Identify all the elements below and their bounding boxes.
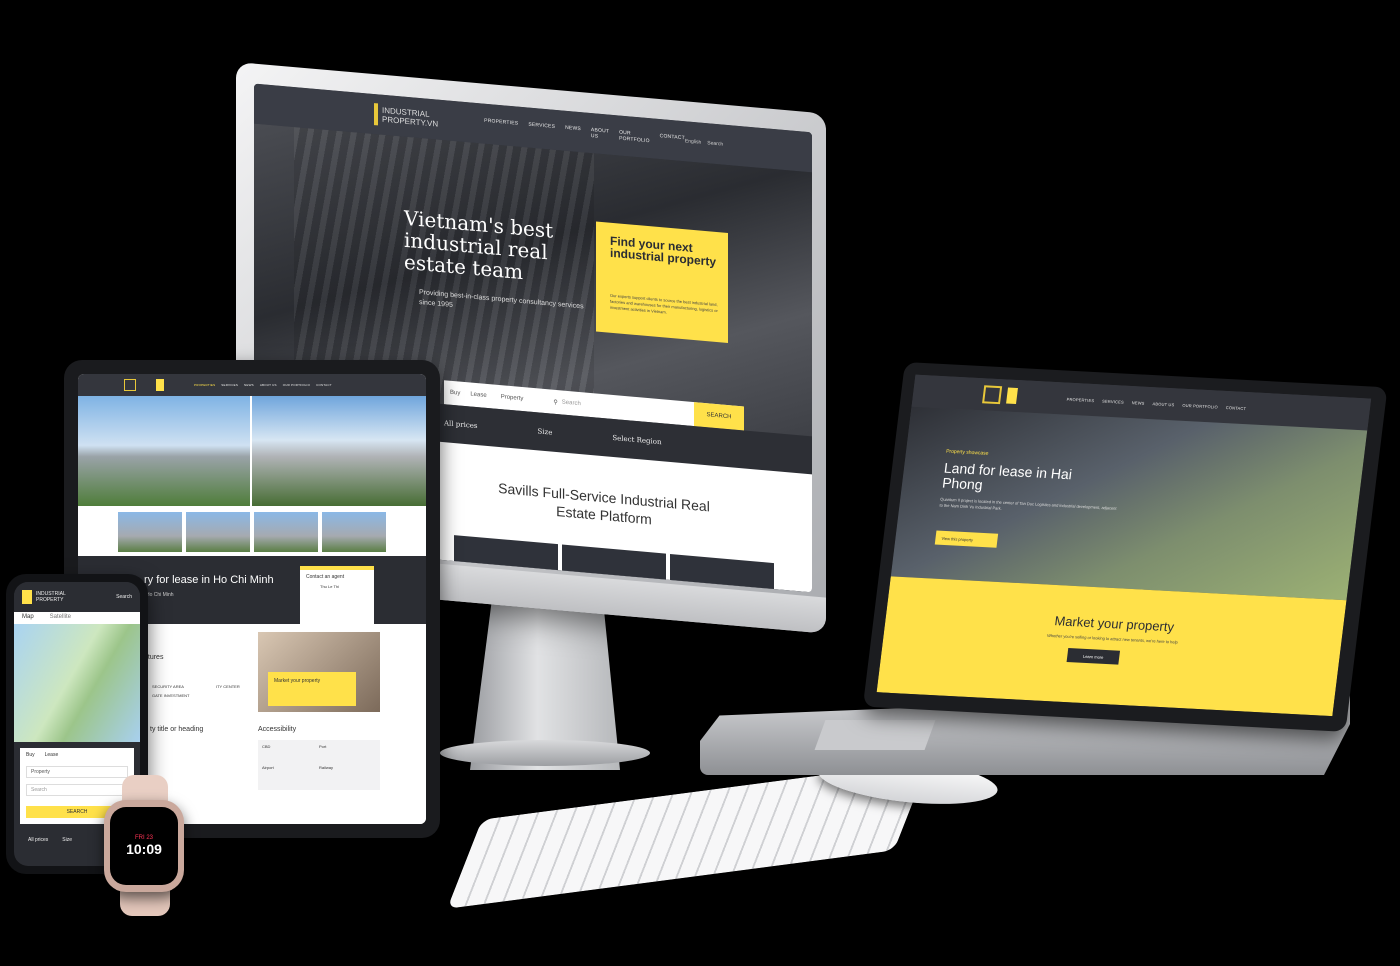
- laptop-screen: PROPERTIES SERVICES NEWS ABOUT US OUR PO…: [876, 374, 1372, 717]
- nav-portfolio[interactable]: OUR PORTFOLIO: [1182, 402, 1218, 409]
- find-property-box: Find your next industrial property Our e…: [596, 221, 728, 344]
- buy-lease-radios: Buy Lease: [26, 752, 58, 758]
- access-item: Airport: [262, 765, 274, 770]
- radio-buy[interactable]: Buy: [450, 390, 460, 397]
- nav-about[interactable]: ABOUT US: [591, 127, 609, 141]
- property-type-select[interactable]: Property: [501, 394, 524, 402]
- find-property-text: Our experts support clients to source th…: [610, 292, 718, 315]
- accessibility-heading: Accessibility: [258, 726, 297, 733]
- learn-more-button[interactable]: Learn more: [1066, 647, 1121, 665]
- thumbnail[interactable]: [186, 512, 250, 552]
- nav-contact[interactable]: CONTACT: [1226, 405, 1247, 411]
- phone-logo[interactable]: INDUSTRIAL PROPERTY: [36, 591, 66, 603]
- radio-lease[interactable]: Lease: [45, 752, 59, 758]
- nav-services[interactable]: SERVICES: [221, 383, 238, 387]
- language-select[interactable]: English: [685, 138, 701, 145]
- thumbnail[interactable]: [322, 512, 386, 552]
- contact-agent-title: Contact an agent: [306, 574, 345, 580]
- property-heading: ty title or heading: [150, 726, 204, 733]
- property-photo-2[interactable]: [252, 396, 426, 506]
- property-input[interactable]: Property: [26, 766, 128, 778]
- radio-lease[interactable]: Lease: [470, 392, 486, 399]
- contact-agent-card: Contact an agent Thu Le Thi: [300, 566, 374, 628]
- property-photo-1[interactable]: [78, 396, 250, 506]
- platform-title: Savills Full-Service Industrial Real Est…: [498, 479, 710, 528]
- filter-size[interactable]: Size: [62, 837, 72, 843]
- header-search-link[interactable]: Search: [707, 140, 723, 147]
- showcase-tag: Property showcase: [945, 448, 989, 457]
- logo-house-icon[interactable]: [124, 379, 136, 391]
- search-input[interactable]: Search: [562, 400, 581, 408]
- nav-portfolio[interactable]: OUR PORTFOLIO: [283, 383, 310, 387]
- tablet-header: PROPERTIES SERVICES NEWS ABOUT US OUR PO…: [78, 374, 426, 396]
- find-property-title: Find your next industrial property: [610, 233, 717, 269]
- nav-news[interactable]: NEWS: [244, 383, 254, 387]
- nav-services[interactable]: SERVICES: [1102, 398, 1124, 404]
- nav-properties[interactable]: PROPERTIES: [1066, 396, 1094, 402]
- listing-title: ry for lease in Ho Chi Minh: [144, 574, 274, 586]
- tab-map[interactable]: Map: [14, 612, 42, 624]
- accessibility-grid: CBD Port Airport Railway: [258, 740, 380, 790]
- laptop-trackpad: [814, 720, 936, 750]
- view-property-button[interactable]: View this property: [934, 530, 999, 548]
- phone-header: INDUSTRIAL PROPERTY Search: [14, 582, 140, 612]
- property-map[interactable]: [14, 624, 140, 742]
- nav-about[interactable]: ABOUT US: [1152, 401, 1174, 407]
- nav-contact[interactable]: CONTACT: [660, 133, 685, 147]
- feature-item: SECURITY AREA: [152, 684, 184, 689]
- savills-badge: [1006, 387, 1018, 405]
- savills-badge: [22, 590, 32, 604]
- main-nav: PROPERTIES SERVICES NEWS ABOUT US OUR PO…: [484, 118, 685, 148]
- market-promo-box[interactable]: Market your property: [268, 672, 356, 706]
- laptop-nav: PROPERTIES SERVICES NEWS ABOUT US OUR PO…: [1066, 396, 1246, 410]
- access-item: Port: [319, 744, 327, 749]
- nav-properties[interactable]: PROPERTIES: [194, 383, 215, 387]
- tab-satellite[interactable]: Satellite: [42, 612, 79, 624]
- market-promo-title: Market your property: [274, 678, 321, 684]
- nav-contact[interactable]: CONTACT: [316, 383, 332, 387]
- laptop-hero: Property showcase Land for lease in Hai …: [890, 406, 1368, 601]
- filter-price[interactable]: All prices: [444, 419, 477, 430]
- showcase-text: Quantum II project is located in the cen…: [939, 496, 1117, 511]
- nav-news[interactable]: NEWS: [565, 125, 581, 138]
- thumbnail[interactable]: [254, 512, 318, 552]
- nav-properties[interactable]: PROPERTIES: [484, 118, 518, 133]
- market-promo-photo: Market your property: [258, 632, 380, 712]
- search-icon: ⚲: [553, 399, 558, 406]
- watch-face: FRI 23 10:09: [110, 807, 178, 885]
- savills-badge: [156, 379, 164, 391]
- access-item: CBD: [262, 744, 271, 749]
- watch-time: 10:09: [126, 841, 162, 857]
- logo-house-icon[interactable]: [374, 103, 378, 126]
- nav-portfolio[interactable]: OUR PORTFOLIO: [619, 130, 650, 145]
- smartwatch: FRI 23 10:09: [104, 800, 184, 892]
- market-section: Market your property Whether you're sell…: [876, 576, 1347, 717]
- imac-base: [440, 740, 650, 766]
- tablet-nav: PROPERTIES SERVICES NEWS ABOUT US OUR PO…: [194, 383, 332, 387]
- thumbnail[interactable]: [118, 512, 182, 552]
- showcase-title: Land for lease in Hai Phong: [941, 459, 1073, 493]
- nav-news[interactable]: NEWS: [1132, 400, 1145, 406]
- filter-size[interactable]: Size: [537, 427, 552, 436]
- laptop-lid: PROPERTIES SERVICES NEWS ABOUT US OUR PO…: [862, 362, 1388, 732]
- nav-services[interactable]: SERVICES: [528, 122, 555, 136]
- search-input[interactable]: Search: [26, 784, 128, 796]
- filter-region[interactable]: Select Region: [612, 434, 661, 446]
- logo-line2: PROPERTY: [36, 597, 64, 603]
- feature-item: GATE INVESTMENT: [152, 693, 190, 698]
- logo-text[interactable]: INDUSTRIAL PROPERTY.VN: [382, 106, 438, 129]
- header-search-link[interactable]: Search: [116, 594, 132, 600]
- map-tabs: Map Satellite: [14, 612, 140, 624]
- nav-about[interactable]: ABOUT US: [260, 383, 277, 387]
- radio-buy[interactable]: Buy: [26, 752, 35, 758]
- agent-name: Thu Le Thi: [320, 584, 340, 589]
- filter-price[interactable]: All prices: [28, 837, 48, 843]
- logo-house-icon[interactable]: [982, 385, 1003, 405]
- access-item: Railway: [319, 765, 334, 770]
- thumbnail-strip: [78, 510, 426, 554]
- listing-location: Ho Chi Minh: [146, 592, 174, 598]
